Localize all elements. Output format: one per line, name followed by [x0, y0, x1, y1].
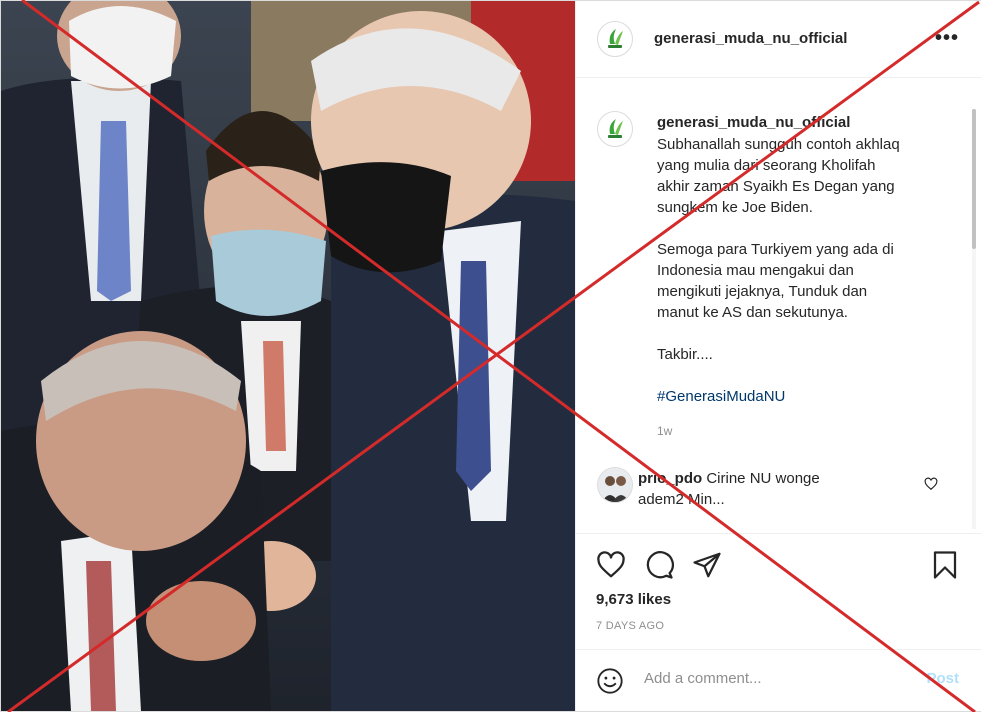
post-details-panel: generasi_muda_nu_official ••• generasi_m…: [575, 1, 981, 711]
caption-line: sungkem ke Joe Biden.: [657, 199, 813, 216]
add-comment-input[interactable]: Add a comment...: [644, 670, 762, 687]
save-bookmark-icon[interactable]: [930, 550, 960, 585]
caption-line: Subhanallah sungguh contoh akhlaq: [657, 136, 900, 153]
caption-line: yang mulia dari seorang Kholifah: [657, 157, 876, 174]
caption-line: manut ke AS dan sekutunya.: [657, 304, 848, 321]
caption-line: Takbir....: [657, 346, 713, 363]
comment: prio_pdo Cirine NU wonge adem2 Min...: [638, 468, 918, 510]
like-comment-icon[interactable]: [924, 477, 938, 496]
caption-line: mengikuti jejaknya, Tunduk dan: [657, 283, 868, 300]
commenter-photo-icon: [598, 468, 632, 502]
comments-scrollbar-thumb[interactable]: [972, 109, 976, 249]
caption-line: akhir zaman Syaikh Es Degan yang: [657, 178, 895, 195]
nu-logo-icon: [599, 113, 631, 145]
caption-line: Semoga para Turkiyem yang ada di: [657, 241, 894, 258]
caption-author-username[interactable]: generasi_muda_nu_official: [657, 114, 850, 131]
post-comment-button[interactable]: Post: [926, 670, 959, 687]
comment-composer: [576, 649, 981, 712]
comment-text-line2: adem2 Min...: [638, 491, 725, 508]
author-username[interactable]: generasi_muda_nu_official: [654, 30, 847, 47]
post-date[interactable]: 7 DAYS AGO: [596, 620, 664, 632]
comment-bubble-icon[interactable]: [644, 550, 674, 585]
comment-username[interactable]: prio_pdo: [638, 470, 702, 487]
nu-logo-icon: [599, 23, 631, 55]
post-caption: Subhanallah sungguh contoh akhlaq yang m…: [657, 134, 967, 407]
caption-timestamp[interactable]: 1w: [657, 424, 672, 438]
comment-text-line1: Cirine NU wonge: [706, 470, 820, 487]
like-heart-icon[interactable]: [596, 550, 626, 585]
hashtag-link[interactable]: #GenerasiMudaNU: [657, 386, 967, 407]
commenter-avatar[interactable]: [597, 467, 633, 503]
likes-count[interactable]: 9,673 likes: [596, 591, 671, 608]
author-avatar[interactable]: [597, 21, 633, 57]
post-photo[interactable]: [1, 1, 575, 711]
post-header: generasi_muda_nu_official •••: [576, 1, 981, 78]
share-paper-plane-icon[interactable]: [692, 550, 722, 585]
caption-author-avatar[interactable]: [597, 111, 633, 147]
more-options-icon[interactable]: •••: [935, 28, 959, 48]
emoji-icon[interactable]: [596, 667, 624, 700]
caption-line: Indonesia mau mengakui dan: [657, 262, 854, 279]
